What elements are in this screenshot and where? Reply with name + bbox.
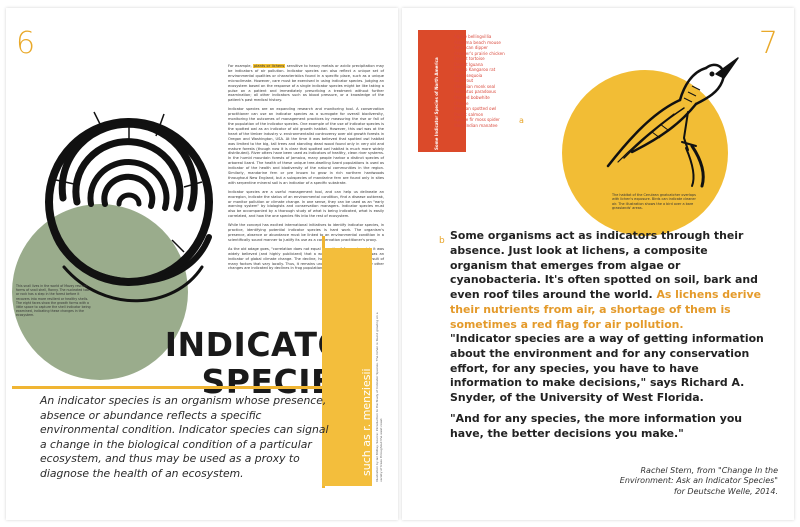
orange-rule-horizontal	[12, 386, 326, 389]
body-text-column: For example, plants or lichens sensitive…	[228, 64, 384, 275]
fine-print-vertical: Illustration by Ian McKay. Source: Intro…	[375, 312, 383, 482]
page-number-left: 6	[16, 26, 36, 61]
body-paragraph-lichens: Some organisms act as indicators through…	[450, 229, 761, 331]
right-page: 7 Some Indicator Species of North Americ…	[402, 8, 794, 520]
species-list: Agave bellingvillia Alabama beach mouse …	[454, 34, 544, 128]
list-item: West Indian manatee	[454, 122, 498, 128]
source-citation: Rachel Stern, from "Change In the Enviro…	[619, 466, 778, 496]
highlighted-term: plants or lichens	[253, 64, 286, 68]
body-paragraph: Indicator species are a useful managemen…	[228, 189, 384, 219]
bird-caption: The habitat of the Cerulean gnatcatcher …	[612, 193, 696, 211]
quote-paragraph-1: "Indicator species are a way of getting …	[450, 332, 764, 405]
vertical-subtitle: such as r. menziesii california's new st…	[332, 254, 381, 480]
marker-b: b	[439, 236, 445, 246]
body-paragraph: Indicator species are an expanding resea…	[228, 107, 384, 185]
quote-paragraph-2: "And for any species, the more informati…	[450, 412, 743, 440]
magazine-spread: 6 This snail lives in the world of Mazzy…	[0, 0, 800, 527]
body-paragraph: While the concept has excited internatio…	[228, 223, 384, 242]
left-page: 6 This snail lives in the world of Mazzy…	[6, 8, 398, 520]
red-box-label: Some Indicator Species of North America	[434, 57, 439, 150]
snail-caption: This snail lives in the world of Mazzy r…	[16, 284, 91, 318]
intro-paragraph: An indicator species is an organism whos…	[40, 394, 329, 480]
marker-a: a	[519, 116, 524, 125]
page-number-right: 7	[758, 26, 778, 61]
body-paragraph: For example, plants or lichens sensitive…	[228, 64, 384, 103]
bird-illustration	[606, 57, 739, 188]
